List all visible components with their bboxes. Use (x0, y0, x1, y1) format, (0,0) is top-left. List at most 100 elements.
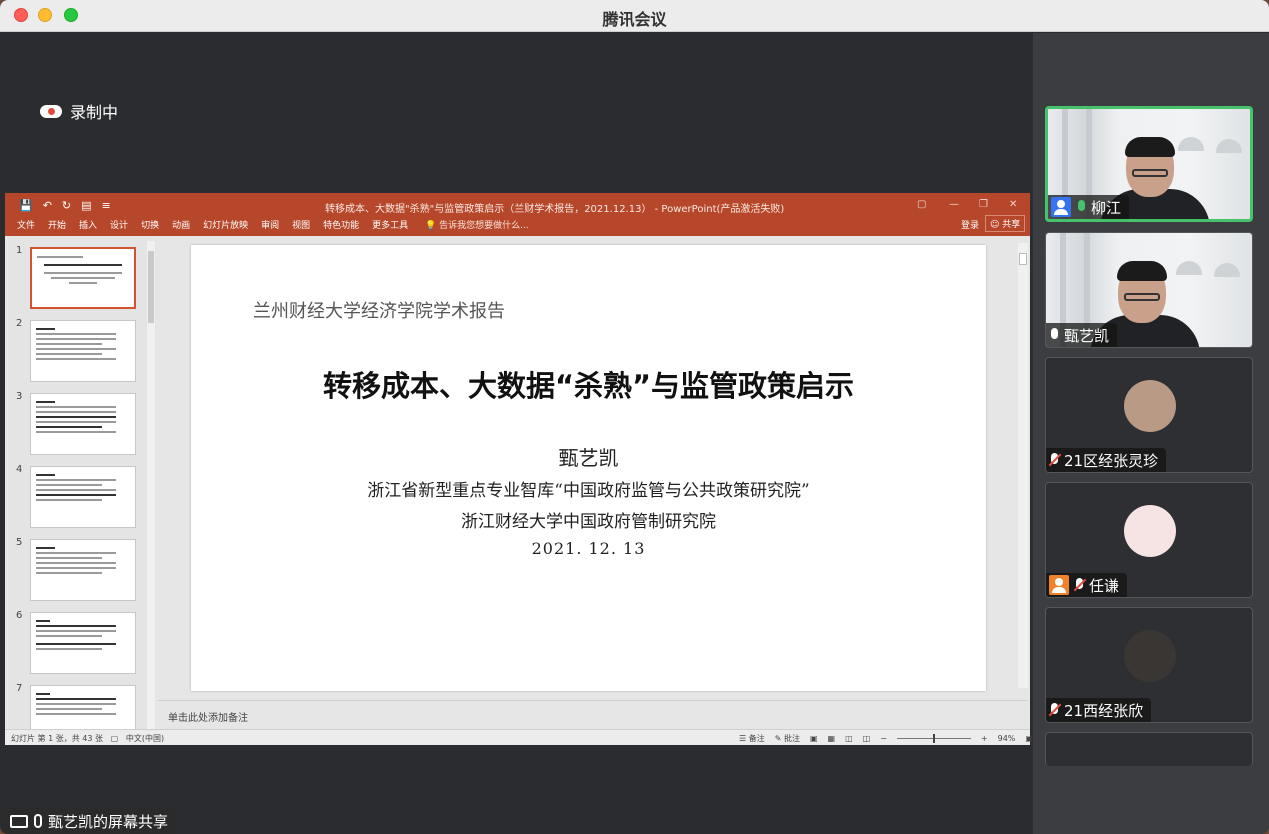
tab-insert[interactable]: 插入 (79, 218, 97, 231)
slide-thumbnail[interactable] (30, 685, 136, 729)
status-bar: 幻灯片 第 1 张，共 43 张 ▢ 中文(中国) ☰ 备注 ✎ 批注 ▣ ▦ … (5, 729, 1033, 745)
quick-access-toolbar: 💾 ↶ ↻ ▤ ≡ (19, 199, 111, 212)
recording-label: 录制中 (70, 103, 119, 122)
tell-me-text: 告诉我您想要做什么... (439, 221, 529, 231)
ppt-close-icon[interactable]: ✕ (1009, 199, 1017, 210)
notes-toggle-label: 备注 (748, 734, 765, 743)
thumbnail-number: 3 (16, 391, 23, 402)
zoom-level[interactable]: 94% (998, 734, 1016, 743)
save-icon[interactable]: 💾 (19, 199, 33, 212)
microphone-icon (1049, 327, 1059, 343)
tab-slideshow[interactable]: 幻灯片放映 (203, 218, 248, 231)
notes-toggle[interactable]: ☰ 备注 (739, 733, 765, 744)
slide-thumbnail[interactable] (30, 539, 136, 601)
window-title: 腾讯会议 (602, 10, 667, 29)
thumbnail-scrollbar[interactable] (147, 241, 155, 731)
tab-review[interactable]: 审阅 (261, 218, 279, 231)
participant-hair (1117, 261, 1167, 281)
comments-toggle-label: 批注 (783, 734, 800, 743)
microphone-icon (34, 814, 42, 828)
tab-more-tools[interactable]: 更多工具 (372, 218, 408, 231)
slide-institution-2: 浙江财经大学中国政府管制研究院 (461, 512, 716, 532)
thumbnail-row[interactable]: 4 (8, 464, 148, 530)
participant-tile[interactable]: 柳江 (1045, 106, 1253, 222)
slide-thumbnail[interactable] (30, 466, 136, 528)
participant-name-tag: 甄艺凯 (1046, 323, 1118, 347)
customize-qat-icon[interactable]: ≡ (102, 199, 111, 212)
thumbnail-row[interactable]: 2 (8, 318, 148, 384)
login-link[interactable]: 登录 (961, 218, 979, 231)
zoom-in-icon[interactable]: + (981, 734, 988, 743)
comments-toggle[interactable]: ✎ 批注 (775, 733, 800, 744)
slide-thumbnail-pane[interactable]: 1 2 3 4 5 6 7 (8, 238, 156, 729)
participant-tile[interactable]: 甄艺凯 (1045, 232, 1253, 348)
muted-microphone-icon (1073, 577, 1087, 593)
ceiling-lamp (1178, 137, 1204, 151)
share-button[interactable]: ☺ 共享 (985, 215, 1026, 232)
tab-design[interactable]: 设计 (110, 218, 128, 231)
screen-share-indicator[interactable]: 甄艺凯的屏幕共享 (2, 808, 177, 834)
tab-file[interactable]: 文件 (17, 218, 35, 231)
participant-name-tag: 任谦 (1046, 573, 1128, 597)
normal-view-icon[interactable]: ▣ (810, 734, 818, 743)
ppt-restore-icon[interactable]: ❐ (979, 199, 988, 210)
tab-features[interactable]: 特色功能 (323, 218, 359, 231)
slide-thumbnail[interactable] (30, 320, 136, 382)
participant-tile[interactable]: 21西经张欣 (1045, 607, 1253, 723)
slide-scrollbar[interactable] (1018, 243, 1028, 688)
participant-name-tag: 柳江 (1048, 195, 1130, 219)
meeting-window: 腾讯会议 录制中 💾 ↶ ↻ ▤ ≡ 转移成本、大数据"杀熟"与监管政策启示（兰… (0, 0, 1269, 834)
slideshow-view-icon[interactable]: ◫ (863, 734, 871, 743)
participant-avatar (1124, 505, 1176, 557)
thumbnail-row[interactable]: 3 (8, 391, 148, 457)
ribbon-display-icon[interactable]: ▢ (917, 199, 926, 210)
zoom-slider[interactable] (896, 734, 971, 743)
thumbnail-row[interactable]: 7 (8, 683, 148, 729)
ppt-document-title: 转移成本、大数据"杀熟"与监管政策启示（兰财学术报告，2021.12.13） -… (325, 204, 785, 215)
participant-tile[interactable]: 21区经张灵珍 (1045, 357, 1253, 473)
slide-thumbnail[interactable] (30, 393, 136, 455)
spellcheck-icon[interactable]: ▢ (111, 734, 119, 743)
glasses (1132, 169, 1168, 177)
thumbnail-row[interactable]: 1 (8, 245, 148, 311)
shared-screen-stage: 录制中 💾 ↶ ↻ ▤ ≡ 转移成本、大数据"杀熟"与监管政策启示（兰财学术报告… (0, 33, 1033, 834)
slide-school-header: 兰州财经大学经济学院学术报告 (253, 301, 505, 322)
slide-institution-1: 浙江省新型重点专业智库“中国政府监管与公共政策研究院” (367, 481, 810, 501)
tab-transitions[interactable]: 切换 (141, 218, 159, 231)
slide-thumbnail[interactable] (30, 612, 136, 674)
tell-me-search[interactable]: 💡 告诉我您想要做什么... (425, 218, 529, 231)
sorter-view-icon[interactable]: ▦ (828, 734, 836, 743)
tab-animations[interactable]: 动画 (172, 218, 190, 231)
status-left: 幻灯片 第 1 张，共 43 张 ▢ 中文(中国) (11, 733, 164, 744)
language-indicator[interactable]: 中文(中国) (126, 734, 164, 743)
slide-thumbnail[interactable] (30, 247, 136, 309)
tab-view[interactable]: 视图 (292, 218, 310, 231)
participant-name-tag: 21西经张欣 (1046, 698, 1152, 722)
status-right: ☰ 备注 ✎ 批注 ▣ ▦ ◫ ◫ − + 94% ▣ (739, 733, 1033, 744)
participant-name-tag: 21区经张灵珍 (1046, 448, 1167, 472)
microphone-icon (1076, 199, 1086, 215)
reading-view-icon[interactable]: ◫ (845, 734, 853, 743)
recording-indicator[interactable]: 录制中 (40, 99, 118, 123)
thumbnail-row[interactable]: 6 (8, 610, 148, 676)
ceiling-lamp (1176, 261, 1202, 275)
ppt-ribbon-header: 💾 ↶ ↻ ▤ ≡ 转移成本、大数据"杀熟"与监管政策启示（兰财学术报告，202… (5, 193, 1030, 236)
redo-icon[interactable]: ↻ (62, 199, 71, 212)
thumbnail-number: 7 (16, 683, 23, 694)
participant-tile[interactable]: 任谦 (1045, 482, 1253, 598)
glasses (1124, 293, 1160, 301)
current-slide[interactable]: 兰州财经大学经济学院学术报告 转移成本、大数据“杀熟”与监管政策启示 甄艺凯 浙… (191, 245, 986, 691)
zoom-out-icon[interactable]: − (880, 734, 887, 743)
lightbulb-icon: 💡 (425, 221, 440, 231)
thumbnail-row[interactable]: 5 (8, 537, 148, 603)
slide-title: 转移成本、大数据“杀熟”与监管政策启示 (322, 369, 855, 403)
tab-home[interactable]: 开始 (48, 218, 66, 231)
present-icon[interactable]: ▤ (81, 199, 91, 212)
participant-name: 21区经张灵珍 (1064, 451, 1159, 470)
ppt-minimize-icon[interactable]: — (949, 199, 959, 210)
undo-icon[interactable]: ↶ (43, 199, 52, 212)
participant-tile[interactable] (1045, 732, 1253, 766)
screen-share-icon (10, 814, 28, 828)
fit-window-icon[interactable]: ▣ (1025, 734, 1033, 743)
notes-pane[interactable]: 单击此处添加备注 (158, 700, 1028, 730)
